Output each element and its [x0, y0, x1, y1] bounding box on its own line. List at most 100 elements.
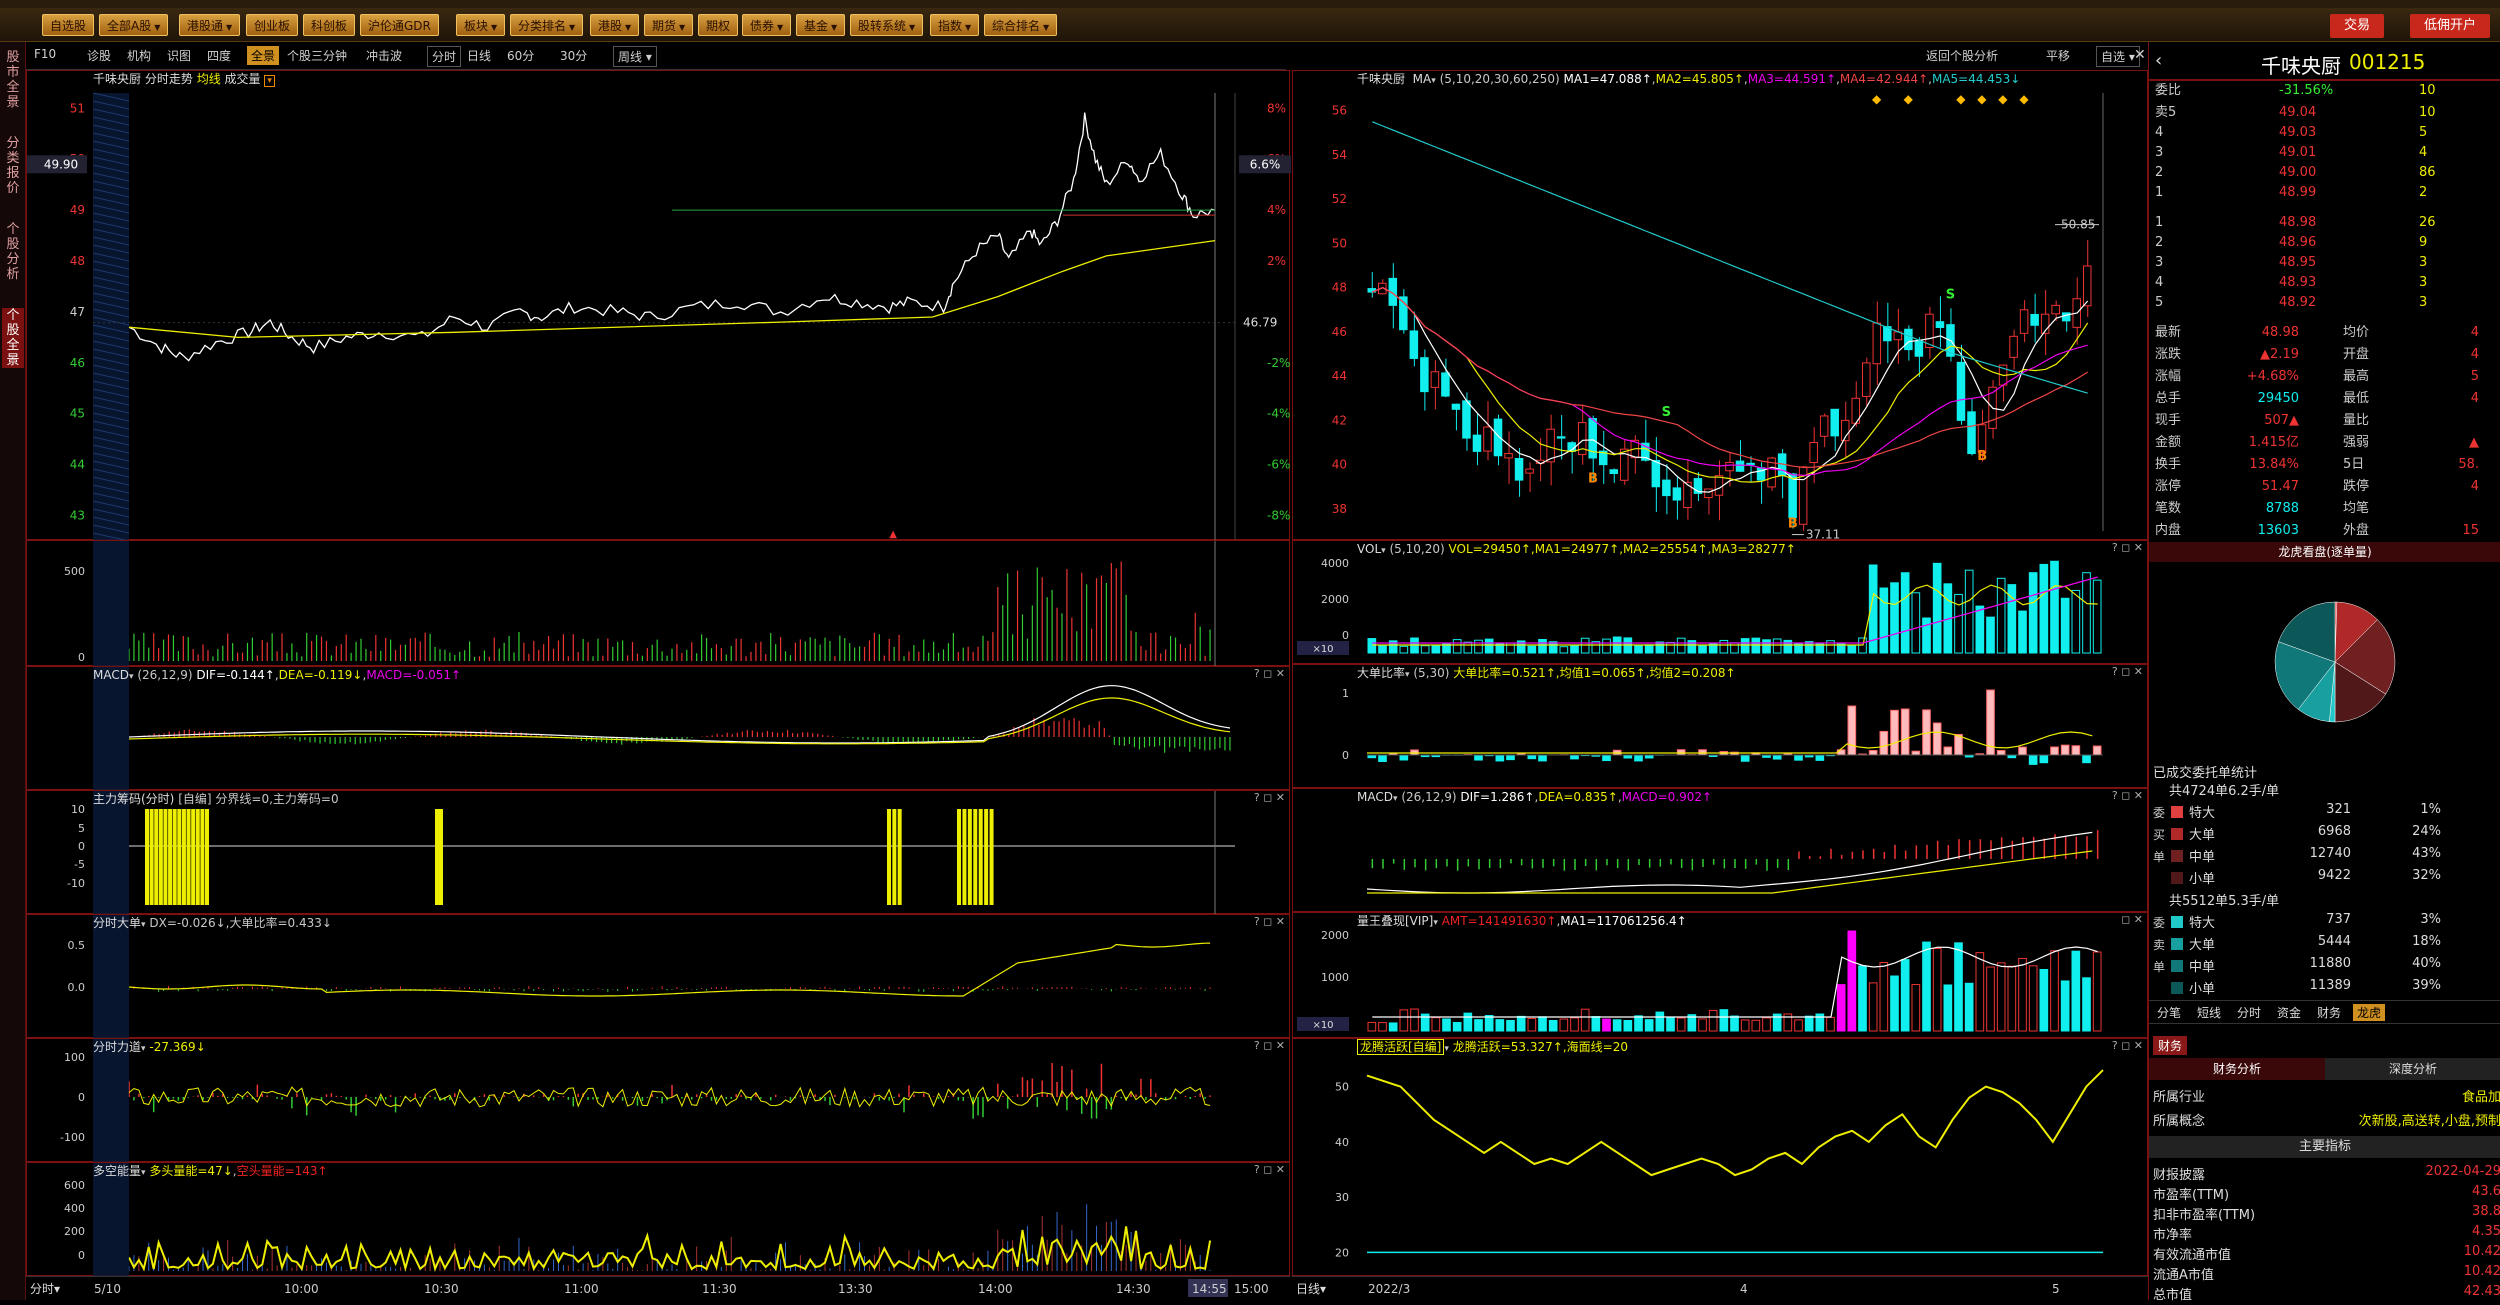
tab-四度[interactable]: 四度	[207, 47, 231, 64]
ask-row-2[interactable]: 349.014	[2149, 142, 2479, 164]
panel-controls[interactable]: ? ◻ ✕	[2112, 789, 2143, 802]
deep-analysis-tab[interactable]: 深度分析	[2325, 1058, 2500, 1080]
view-tab-0[interactable]: 股 市 全 景	[2, 50, 24, 110]
force-name[interactable]: 分时力道	[93, 1040, 141, 1054]
panel-controls[interactable]: ◻ ✕	[2121, 913, 2143, 926]
menu-item-7[interactable]: 分类排名▼	[510, 14, 583, 36]
menu-item-5[interactable]: 沪伦通GDR	[360, 14, 439, 36]
dea-line	[129, 698, 1230, 744]
amt-name[interactable]: 量王叠现[VIP]	[1357, 914, 1433, 928]
intraday-price-panel[interactable]: 千味央厨 分时走势 均线 成交量 ▾ 5150494847464544438%6…	[26, 70, 1290, 540]
menu-item-3[interactable]: 创业板	[246, 14, 298, 36]
big-order-name[interactable]: 分时大单	[93, 916, 141, 930]
stat-value: 507▲	[2264, 410, 2299, 432]
view-tab-3[interactable]: 个 股 全 景	[2, 308, 24, 368]
panel-controls[interactable]: ? ◻ ✕	[2112, 665, 2143, 678]
subtab-分笔[interactable]: 分笔	[2153, 1004, 2185, 1021]
kline-panel[interactable]: 千味央厨 MA▾ (5,10,20,30,60,250) MA1=47.088↑…	[1292, 70, 2148, 540]
view-tab-1[interactable]: 分 类 报 价	[2, 136, 24, 196]
tab-诊股[interactable]: 诊股	[87, 47, 111, 64]
ask-row-1[interactable]: 449.035	[2149, 122, 2479, 144]
menu-item-12[interactable]: 基金▼	[796, 14, 845, 36]
left-time-axis-svg: 分时▾5/1010:0010:3011:0011:3013:3014:0014:…	[26, 1277, 1290, 1301]
dragon-name[interactable]: 龙腾活跃[自编]	[1357, 1039, 1444, 1055]
ratio-bar	[1933, 723, 1941, 755]
menu-item-9[interactable]: 期货▼	[644, 14, 693, 36]
macd-name[interactable]: MACD	[93, 668, 129, 682]
tab-识图[interactable]: 识图	[167, 47, 191, 64]
margin-account-button[interactable]: 低佣开户	[2410, 14, 2490, 38]
rvol-bar	[1965, 570, 1973, 653]
tab-冲击波[interactable]: 冲击波	[366, 47, 402, 64]
time-tick: 13:30	[838, 1282, 873, 1296]
subtab-资金[interactable]: 资金	[2273, 1004, 2305, 1021]
amt-bar	[1997, 963, 2005, 1031]
price-tick: 44	[70, 458, 85, 472]
period-0[interactable]: 分时	[427, 46, 461, 67]
menu-item-4[interactable]: 科创板	[303, 14, 355, 36]
period-3[interactable]: 30分	[560, 47, 587, 64]
menu-item-2[interactable]: 港股通▼	[179, 14, 240, 36]
amt-bar	[1741, 1020, 1749, 1031]
subtab-分时[interactable]: 分时	[2233, 1004, 2265, 1021]
r-macd-name[interactable]: MACD	[1357, 790, 1393, 804]
quote-stock-name: 千味央厨	[2261, 50, 2341, 79]
tab-F10[interactable]: F10	[34, 47, 56, 61]
menu-item-11[interactable]: 债券▼	[742, 14, 791, 36]
finance-analysis-tab[interactable]: 财务分析	[2149, 1058, 2325, 1080]
menu-item-1[interactable]: 全部A股▼	[99, 14, 168, 36]
subtab-龙虎[interactable]: 龙虎	[2353, 1004, 2385, 1021]
energy-name[interactable]: 多空能量	[93, 1164, 141, 1178]
amt-bar	[1528, 1018, 1536, 1031]
menu-item-14[interactable]: 指数▼	[930, 14, 979, 36]
ratio-name[interactable]: 大单比率	[1357, 666, 1405, 680]
right-tab-1[interactable]: 平移	[2046, 47, 2070, 64]
finance-tab[interactable]: 财务	[2153, 1036, 2187, 1055]
bid-row-2[interactable]: 348.953	[2149, 252, 2479, 274]
chip-name[interactable]: 主力筹码(分时)	[93, 792, 174, 806]
menu-item-15[interactable]: 综合排名▼	[984, 14, 1057, 36]
bid-row-0[interactable]: 148.9826	[2149, 212, 2479, 234]
tab-机构[interactable]: 机构	[127, 47, 151, 64]
menu-item-0[interactable]: 自选股	[42, 14, 94, 36]
subtab-短线[interactable]: 短线	[2193, 1004, 2225, 1021]
quote-stats: 最新48.98均价4涨跌▲2.19开盘4涨幅+4.68%最高5总手29450最低…	[2149, 322, 2500, 552]
bid-row-1[interactable]: 248.969	[2149, 232, 2479, 254]
panel-controls[interactable]: ? ◻ ✕	[2112, 1039, 2143, 1052]
right-tab-0[interactable]: 返回个股分析	[1926, 47, 1998, 64]
panel-controls[interactable]: ? ◻ ✕	[1254, 667, 1285, 680]
bid-row-3[interactable]: 448.933	[2149, 272, 2479, 294]
close-panel-icon[interactable]: ✕	[2134, 47, 2146, 63]
vol-name[interactable]: VOL	[1357, 542, 1381, 556]
ask-row-4[interactable]: 148.992	[2149, 182, 2479, 204]
view-tab-2[interactable]: 个 股 分 析	[2, 222, 24, 282]
amt-bar	[1837, 985, 1845, 1031]
subtab-财务[interactable]: 财务	[2313, 1004, 2345, 1021]
menu-item-10[interactable]: 期权	[698, 14, 738, 36]
ask-row-0[interactable]: 卖549.0410	[2149, 102, 2479, 124]
panel-controls[interactable]: ? ◻ ✕	[1254, 1039, 1285, 1052]
ask-row-3[interactable]: 249.0086	[2149, 162, 2479, 184]
tab-全景[interactable]: 全景	[247, 46, 279, 65]
panel-controls[interactable]: ? ◻ ✕	[1254, 791, 1285, 804]
menu-item-label: 全部A股	[107, 19, 151, 33]
period-4[interactable]: 周线 ▾	[613, 46, 657, 67]
menu-item-13[interactable]: 股转系统▼	[850, 14, 923, 36]
back-icon[interactable]: ‹	[2155, 50, 2162, 71]
panel-controls[interactable]: ? ◻ ✕	[1254, 915, 1285, 928]
right-time-axis-svg: 日线▾2022/345	[1292, 1277, 2148, 1301]
menu-item-6[interactable]: 板块▼	[456, 14, 505, 36]
period-2[interactable]: 60分	[507, 47, 534, 64]
indicator-value: 10.42	[2464, 1244, 2500, 1259]
panel-controls[interactable]: ? ◻ ✕	[1254, 1163, 1285, 1176]
trade-button[interactable]: 交易	[2330, 14, 2384, 38]
wb-row[interactable]: 委比-31.56%10	[2149, 80, 2479, 102]
pre-market-shade	[93, 1039, 129, 1163]
menu-item-8[interactable]: 港股▼	[590, 14, 639, 36]
bid-row-4[interactable]: 548.923	[2149, 292, 2479, 314]
tab-个股三分钟[interactable]: 个股三分钟	[287, 47, 347, 64]
dropdown-icon: ▼	[625, 23, 631, 32]
rvol-bar	[1453, 640, 1461, 653]
period-1[interactable]: 日线	[467, 47, 491, 64]
panel-controls[interactable]: ? ◻ ✕	[2112, 541, 2143, 554]
